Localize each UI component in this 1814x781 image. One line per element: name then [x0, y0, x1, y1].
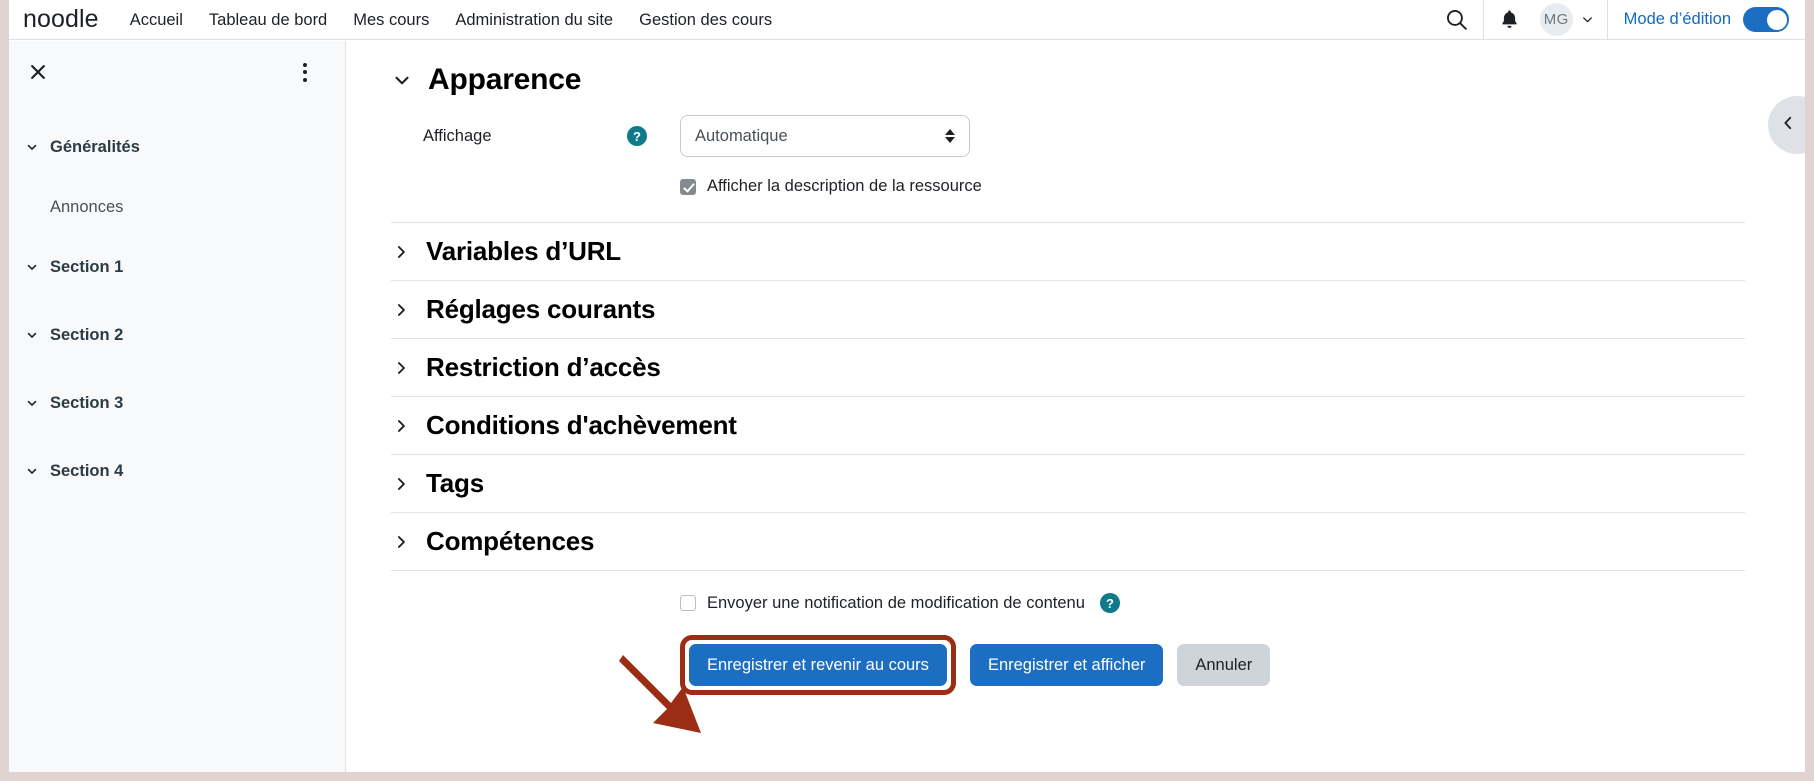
edit-mode-switch[interactable]	[1743, 7, 1789, 32]
section-header-reglages-courants[interactable]: Réglages courants	[391, 280, 1745, 338]
sidebar-item-generalites[interactable]: Généralités	[9, 113, 345, 181]
section-header-competences[interactable]: Compétences	[391, 512, 1745, 570]
sidebar-item-label: Section 4	[50, 461, 124, 480]
affichage-select[interactable]: Automatique	[680, 115, 970, 157]
user-menu[interactable]: MG	[1534, 3, 1605, 36]
field-row-affichage: Affichage ? Automatique	[391, 101, 1745, 157]
section-header-restriction-acces[interactable]: Restriction d’accès	[391, 338, 1745, 396]
chevron-right-icon	[391, 242, 411, 262]
chevron-down-icon	[25, 260, 39, 274]
field-label-affichage: Affichage	[423, 126, 492, 145]
chevron-down-icon	[1582, 17, 1592, 23]
help-circle-icon[interactable]: ?	[627, 126, 647, 146]
course-index-list: Généralités Annonces Section 1 Section 2	[9, 103, 345, 505]
show-description-checkbox[interactable]	[680, 178, 696, 195]
section-header-apparence[interactable]: Apparence	[391, 41, 1745, 101]
section-title: Tags	[426, 468, 484, 498]
sidebar-item-label: Annonces	[50, 197, 124, 216]
search-icon[interactable]	[1433, 0, 1481, 40]
cancel-button[interactable]: Annuler	[1177, 644, 1271, 686]
chevron-left-icon	[1779, 114, 1797, 137]
bell-icon[interactable]	[1486, 0, 1534, 40]
nav-link-accueil[interactable]: Accueil	[117, 0, 196, 40]
sidebar-item-section-1[interactable]: Section 1	[9, 233, 345, 301]
save-and-return-button[interactable]: Enregistrer et revenir au cours	[689, 644, 947, 686]
chevron-down-icon	[25, 140, 39, 154]
save-and-display-button[interactable]: Enregistrer et afficher	[969, 644, 1164, 686]
top-navbar: noodle Accueil Tableau de bord Mes cours…	[9, 0, 1805, 40]
nav-link-mes-cours[interactable]: Mes cours	[340, 0, 442, 40]
section-title: Restriction d’accès	[426, 352, 661, 382]
nav-link-gestion-des-cours[interactable]: Gestion des cours	[626, 0, 785, 40]
section-title: Réglages courants	[426, 294, 656, 324]
sidebar-item-section-2[interactable]: Section 2	[9, 301, 345, 369]
chevron-right-icon	[391, 416, 411, 436]
show-description-label: Afficher la description de la ressource	[707, 177, 982, 195]
form-actions: Enregistrer et revenir au cours Enregist…	[680, 613, 1745, 695]
chevron-right-icon	[391, 474, 411, 494]
checkbox-row-notify: Envoyer une notification de modification…	[680, 571, 1745, 613]
sidebar-item-label: Généralités	[50, 137, 140, 156]
section-title: Variables d’URL	[426, 236, 621, 266]
avatar: MG	[1539, 3, 1573, 36]
section-title: Apparence	[428, 63, 582, 96]
switch-knob	[1766, 9, 1787, 30]
notify-checkbox[interactable]	[680, 595, 696, 611]
sidebar-item-section-3[interactable]: Section 3	[9, 369, 345, 437]
course-index-header	[9, 41, 345, 103]
section-title: Compétences	[426, 526, 595, 556]
sidebar-item-annonces[interactable]: Annonces	[9, 181, 345, 233]
chevron-down-icon	[25, 328, 39, 342]
chevron-down-icon	[391, 69, 413, 91]
section-title: Conditions d'achèvement	[426, 410, 737, 440]
navbar-right-group: MG Mode d’édition	[1433, 0, 1805, 40]
main-content: Apparence Affichage ? Automatique Affich…	[347, 41, 1805, 772]
primary-nav: Accueil Tableau de bord Mes cours Admini…	[117, 0, 785, 40]
checkbox-row-show-description: Afficher la description de la ressource	[680, 157, 1745, 222]
app-window: noodle Accueil Tableau de bord Mes cours…	[0, 0, 1814, 781]
settings-form: Apparence Affichage ? Automatique Affich…	[347, 41, 1805, 695]
close-icon[interactable]	[23, 57, 53, 87]
chevron-right-icon	[391, 358, 411, 378]
navbar-divider-2	[1606, 0, 1608, 40]
sidebar-item-label: Section 3	[50, 393, 124, 412]
section-header-tags[interactable]: Tags	[391, 454, 1745, 512]
sidebar-item-section-4[interactable]: Section 4	[9, 437, 345, 505]
edit-mode-toggle[interactable]: Mode d’édition	[1610, 7, 1805, 32]
highlight-box: Enregistrer et revenir au cours	[680, 635, 956, 695]
nav-link-administration-du-site[interactable]: Administration du site	[442, 0, 626, 40]
notify-label: Envoyer une notification de modification…	[707, 593, 1085, 612]
nav-link-tableau-de-bord[interactable]: Tableau de bord	[196, 0, 340, 40]
help-circle-icon[interactable]: ?	[1099, 593, 1120, 613]
sidebar-item-label: Section 2	[50, 325, 124, 344]
chevron-right-icon	[391, 532, 411, 552]
section-header-variables-url[interactable]: Variables d’URL	[391, 222, 1745, 280]
chevron-down-icon	[25, 464, 39, 478]
kebab-menu-icon[interactable]	[291, 57, 319, 87]
section-header-conditions-achevement[interactable]: Conditions d'achèvement	[391, 396, 1745, 454]
chevron-right-icon	[391, 300, 411, 320]
affichage-select-value: Automatique	[695, 126, 788, 145]
course-index-drawer: Généralités Annonces Section 1 Section 2	[9, 41, 346, 772]
sidebar-item-label: Section 1	[50, 257, 124, 276]
site-brand[interactable]: noodle	[17, 5, 117, 34]
navbar-divider	[1482, 0, 1484, 40]
select-stepper-icon	[945, 129, 955, 143]
chevron-down-icon	[25, 396, 39, 410]
edit-mode-label: Mode d’édition	[1623, 10, 1731, 28]
